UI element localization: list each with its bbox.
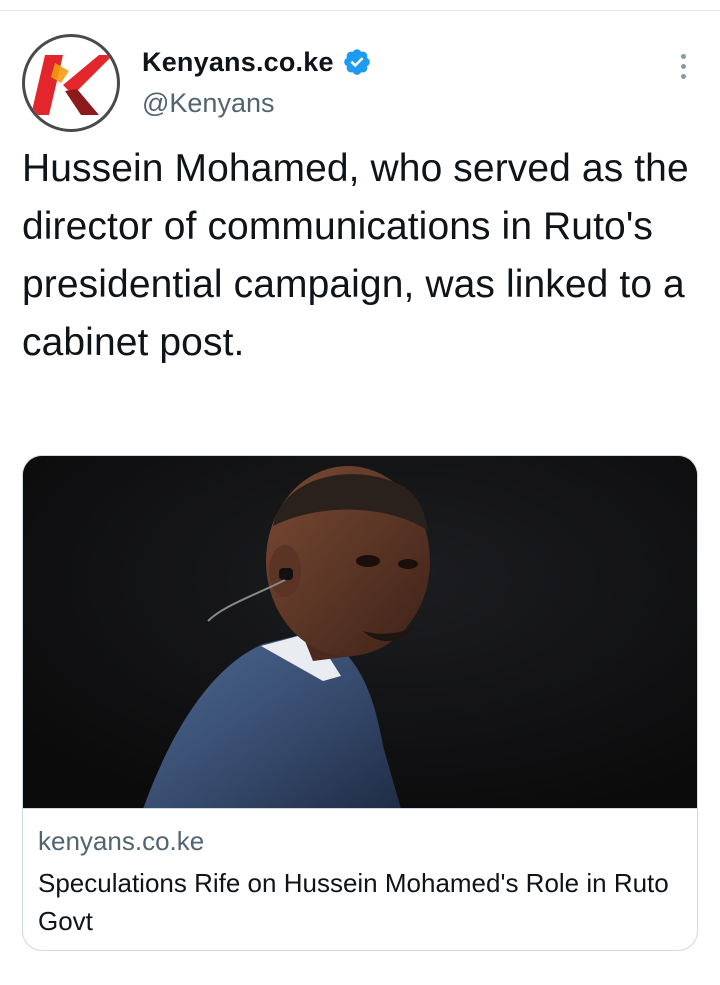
card-title: Speculations Rife on Hussein Mohamed's R…: [38, 868, 669, 936]
author-handle[interactable]: @Kenyans: [142, 88, 274, 119]
article-photo-man-in-suit: [23, 456, 697, 809]
author-name-row[interactable]: Kenyans.co.ke: [142, 44, 372, 80]
tweet[interactable]: Kenyans.co.ke @Kenyans Hussein Mohamed, …: [0, 0, 720, 985]
verified-badge-icon: [343, 49, 370, 75]
author-avatar[interactable]: [22, 34, 120, 132]
card-image[interactable]: [23, 456, 697, 809]
kenyans-k-logo-icon: [31, 55, 113, 115]
link-card[interactable]: kenyans.co.ke Speculations Rife on Husse…: [22, 455, 698, 951]
card-domain: kenyans.co.ke: [38, 826, 205, 856]
author-name[interactable]: Kenyans.co.ke: [142, 47, 334, 78]
tweet-text: Hussein Mohamed, who served as the direc…: [22, 147, 689, 364]
card-divider: [23, 808, 697, 809]
more-options-icon[interactable]: [668, 48, 698, 84]
